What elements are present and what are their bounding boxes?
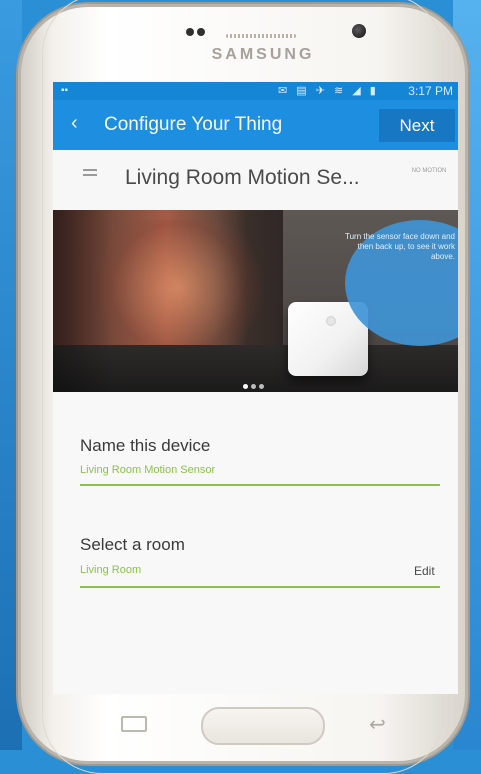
- sensor-dots: [186, 28, 206, 38]
- screen: ▪▪ ✉ ▤ ✈ ≋ ◢ ▮ 3:17 PM ‹ Configure Your …: [53, 82, 458, 694]
- room-label: Select a room: [80, 535, 185, 554]
- front-camera: [352, 24, 366, 38]
- pager-dot[interactable]: [259, 384, 264, 389]
- back-arrow-icon[interactable]: ‹: [71, 112, 78, 135]
- page-title: Configure Your Thing: [104, 114, 283, 135]
- back-icon[interactable]: ↩: [369, 712, 386, 737]
- recent-apps-icon[interactable]: [121, 716, 147, 732]
- carousel-pager[interactable]: [243, 384, 273, 390]
- name-underline: [80, 484, 440, 486]
- reorder-icon[interactable]: [83, 169, 97, 179]
- speaker-grille: [226, 34, 296, 38]
- status-indicator: ▪▪: [61, 85, 69, 96]
- brand-logo: SAMSUNG: [211, 46, 315, 63]
- name-input[interactable]: Living Room Motion Sensor: [80, 464, 215, 476]
- app-bar: ‹ Configure Your Thing Next: [53, 100, 458, 150]
- hint-text: Turn the sensor face down and then back …: [345, 232, 455, 261]
- status-icons: ✉ ▤ ✈ ≋ ◢ ▮: [278, 85, 379, 97]
- setup-banner[interactable]: Turn the sensor face down and then back …: [53, 210, 458, 392]
- pager-dot-active[interactable]: [243, 384, 248, 389]
- sensor-lens: [326, 316, 336, 326]
- device-header: Living Room Motion Se... NO MOTION: [53, 150, 458, 211]
- home-button[interactable]: [201, 707, 325, 745]
- motion-status-badge: NO MOTION: [411, 168, 447, 174]
- status-bar: ▪▪ ✉ ▤ ✈ ≋ ◢ ▮ 3:17 PM: [53, 82, 458, 100]
- edit-room-link[interactable]: Edit: [414, 564, 435, 578]
- room-underline: [80, 586, 440, 588]
- next-button[interactable]: Next: [379, 109, 455, 142]
- pager-dot[interactable]: [251, 384, 256, 389]
- room-select[interactable]: Living Room: [80, 564, 141, 576]
- device-title: Living Room Motion Se...: [125, 166, 360, 189]
- status-time: 3:17 PM: [408, 84, 453, 98]
- name-label: Name this device: [80, 436, 211, 455]
- banner-shadow: [53, 210, 113, 392]
- device-form: Name this device Living Room Motion Sens…: [53, 392, 458, 694]
